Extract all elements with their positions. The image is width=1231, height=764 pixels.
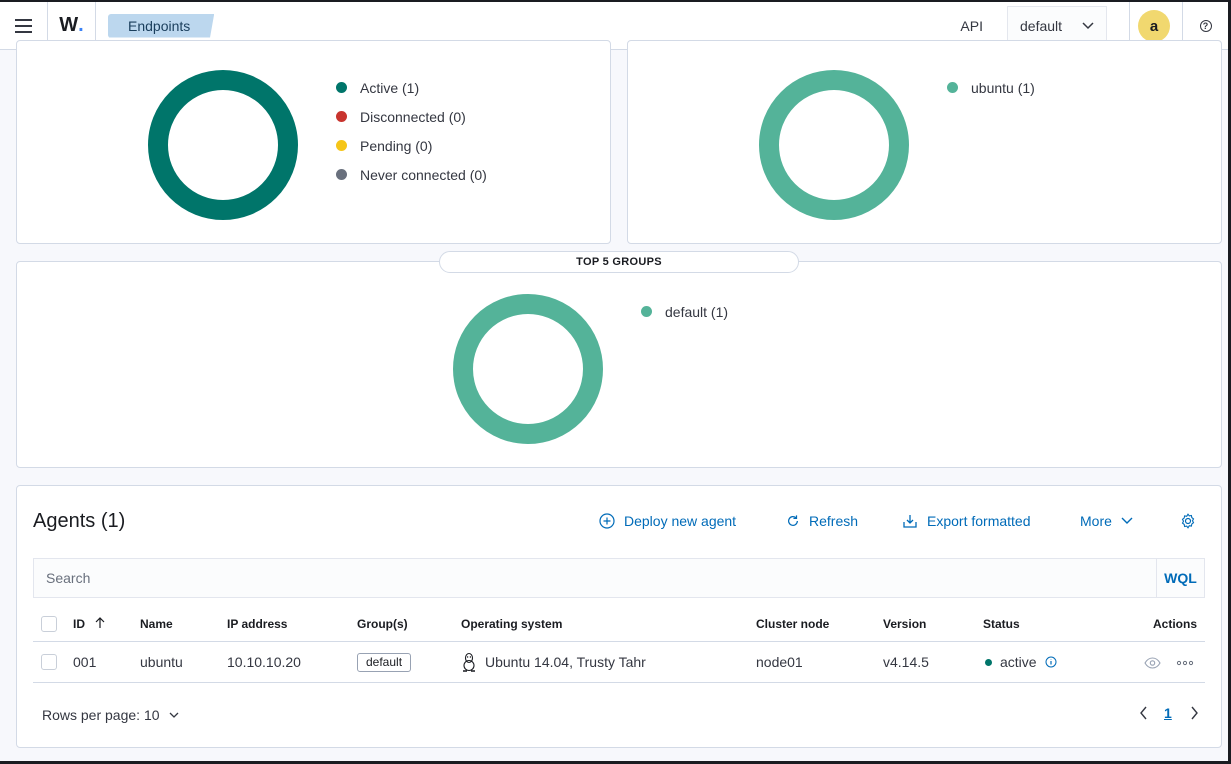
search-input[interactable] [34,559,1156,597]
download-icon [903,515,917,528]
legend-item-pending[interactable]: Pending (0) [336,131,487,160]
cell-version: v4.14.5 [883,654,929,670]
legend-label: Never connected (0) [360,166,487,183]
chevron-down-icon [1121,517,1133,524]
legend-label: Disconnected (0) [360,108,466,125]
more-actions-button[interactable] [1176,656,1194,672]
row-checkbox[interactable] [41,654,57,670]
cell-cluster: node01 [756,654,803,670]
chevron-left-icon[interactable] [1139,706,1149,720]
status-label: active [1000,654,1037,670]
rows-per-page-selector[interactable]: Rows per page: 10 [42,707,179,723]
os-legend: ubuntu (1) [947,73,1035,102]
column-header-name[interactable]: Name [140,617,173,631]
os-panel: ubuntu (1) [627,40,1222,244]
chevron-down-icon [1082,22,1094,30]
cell-name: ubuntu [140,654,183,670]
row-divider-line [33,682,1205,683]
view-agent-button[interactable] [1144,656,1161,672]
groups-donut-chart [453,294,603,444]
chevron-down-icon [169,712,178,718]
linux-icon [463,652,475,672]
status-panel: Active (1) Disconnected (0) Pending (0) … [16,40,611,244]
info-icon[interactable] [1045,656,1057,668]
legend-label: ubuntu (1) [971,79,1035,96]
status-legend: Active (1) Disconnected (0) Pending (0) … [336,73,487,189]
column-header-cluster[interactable]: Cluster node [756,617,829,631]
refresh-button[interactable]: Refresh [786,513,858,529]
os-label: Ubuntu 14.04, Trusty Tahr [485,654,646,670]
api-selected-value: default [1020,18,1063,34]
cell-ip: 10.10.10.20 [227,654,301,670]
help-icon: ? [1199,20,1212,32]
legend-dot [336,140,347,151]
groups-panel: default (1) [16,261,1222,468]
api-label: API [960,18,983,34]
eye-icon [1144,657,1161,669]
cell-status: active [985,654,1057,670]
column-header-id[interactable]: ID [73,617,106,631]
hamburger-icon [15,17,32,35]
pagination: 1 [1139,705,1199,721]
agents-search-bar: WQL [33,558,1205,598]
user-avatar[interactable]: a [1138,10,1170,42]
groups-panel-title: TOP 5 GROUPS [439,251,799,273]
legend-dot [336,111,347,122]
header-divider-line [33,641,1205,642]
cell-os: Ubuntu 14.04, Trusty Tahr [461,652,646,672]
breadcrumb-endpoints[interactable]: Endpoints [108,13,215,38]
plus-circle-icon [599,513,615,529]
refresh-label: Refresh [809,513,859,529]
more-label: More [1080,513,1112,529]
legend-dot [641,306,652,317]
deploy-agent-button[interactable]: Deploy new agent [599,513,736,529]
column-header-actions: Actions [1153,617,1198,631]
status-donut-chart [148,70,298,220]
sort-ascending-icon [95,617,105,628]
select-all-checkbox[interactable] [41,616,57,632]
column-header-os[interactable]: Operating system [461,617,562,631]
legend-item-disconnected[interactable]: Disconnected (0) [336,102,487,131]
export-formatted-button[interactable]: Export formatted [902,513,1031,529]
legend-item-active[interactable]: Active (1) [336,73,487,102]
logo-text: W [59,14,79,36]
legend-label: Pending (0) [360,137,433,154]
status-dot [985,658,992,666]
rows-per-page-label: Rows per page: 10 [42,707,160,723]
column-header-status[interactable]: Status [983,617,1020,631]
legend-item-never-connected[interactable]: Never connected (0) [336,160,487,189]
logo-dot: . [78,14,84,36]
legend-dot [336,169,347,180]
more-button[interactable]: More [1080,513,1142,529]
wql-toggle[interactable]: WQL [1156,559,1204,597]
ellipsis-icon [1176,660,1194,666]
legend-label: default (1) [665,303,729,320]
column-id-label: ID [73,617,85,631]
group-badge[interactable]: default [357,653,412,672]
legend-label: Active (1) [360,79,420,96]
column-header-ip[interactable]: IP address [227,617,287,631]
groups-legend: default (1) [641,297,728,326]
column-header-groups[interactable]: Group(s) [357,617,408,631]
agents-title: Agents (1) [33,510,126,532]
page-number-current[interactable]: 1 [1164,705,1172,721]
legend-item-ubuntu[interactable]: ubuntu (1) [947,73,1035,102]
legend-dot [947,82,958,93]
os-donut-chart [759,70,909,220]
table-settings-button[interactable] [1180,513,1205,529]
legend-item-default[interactable]: default (1) [641,297,728,326]
column-header-version[interactable]: Version [883,617,926,631]
export-formatted-label: Export formatted [927,513,1031,529]
gear-icon [1181,513,1195,529]
chevron-right-icon[interactable] [1189,706,1199,720]
cell-id: 001 [73,654,97,670]
deploy-agent-label: Deploy new agent [624,513,737,529]
refresh-icon [788,515,798,526]
legend-dot [336,82,347,93]
